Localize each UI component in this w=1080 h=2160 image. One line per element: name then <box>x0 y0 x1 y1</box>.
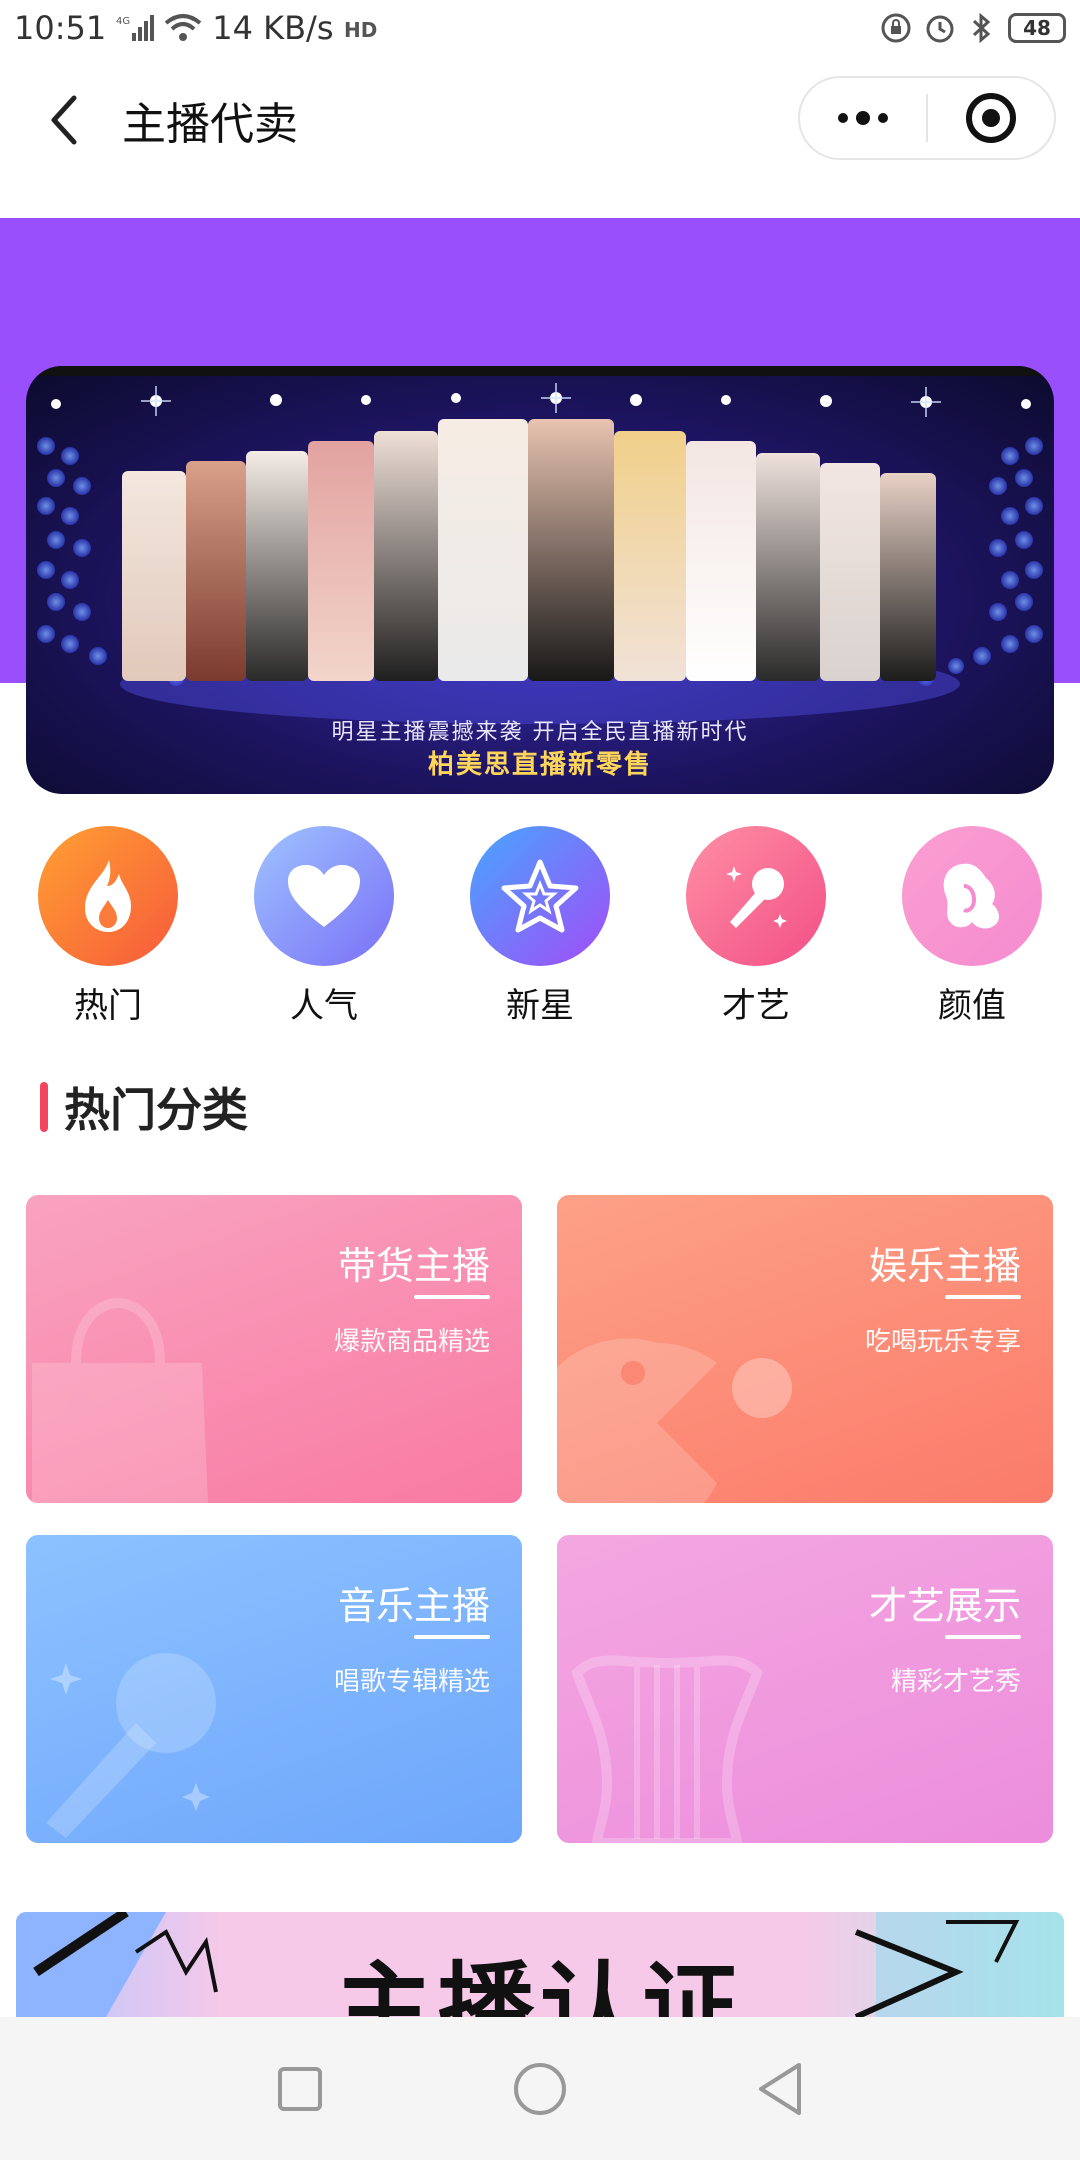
card-title: 音乐主播 <box>337 1584 490 1628</box>
svg-text:HD: HD <box>344 18 377 42</box>
lock-rotation-icon <box>880 12 912 44</box>
status-time: 10:51 <box>14 9 107 47</box>
card-commerce-anchor[interactable]: 带货主播 爆款商品精选 <box>26 1195 522 1503</box>
bluetooth-icon <box>968 12 996 44</box>
section-accent-bar <box>40 1082 48 1132</box>
category-looks[interactable]: 颜值 <box>892 826 1052 1027</box>
portrait <box>686 441 756 681</box>
page-title: 主播代卖 <box>122 99 298 150</box>
banner-subcaption: 柏美思直播新零售 <box>427 750 652 780</box>
category-new-star[interactable]: 新星 <box>460 826 620 1027</box>
portrait <box>186 461 246 681</box>
card-subtitle: 吃喝玩乐专享 <box>864 1327 1021 1357</box>
anchor-certification-banner[interactable]: 主播认证 <box>16 1912 1064 2017</box>
close-button[interactable] <box>928 78 1054 158</box>
alarm-icon <box>924 12 956 44</box>
back-nav-button[interactable] <box>745 2054 815 2124</box>
hd-icon: HD <box>344 13 378 43</box>
svg-text:4G: 4G <box>116 16 130 27</box>
section-header: 热门分类 <box>40 1080 248 1137</box>
system-navigation-bar <box>0 2017 1080 2160</box>
title-bar: 主播代卖 <box>0 56 1080 184</box>
microphone-icon <box>686 826 826 966</box>
card-subtitle: 唱歌专辑精选 <box>333 1667 490 1697</box>
card-title: 带货主播 <box>337 1244 490 1288</box>
promo-banner[interactable]: 明星主播震撼来袭 开启全民直播新时代 柏美思直播新零售 <box>26 366 1054 794</box>
portrait <box>308 441 374 681</box>
wifi-icon <box>164 13 202 43</box>
card-underline <box>414 1635 490 1639</box>
card-title: 娱乐主播 <box>868 1244 1021 1288</box>
section-title: 热门分类 <box>64 1083 248 1137</box>
portrait <box>820 463 880 681</box>
card-subtitle: 精彩才艺秀 <box>890 1667 1021 1697</box>
microphone-icon <box>46 1653 216 1838</box>
home-button[interactable] <box>505 2054 575 2124</box>
card-underline <box>945 1635 1021 1639</box>
more-dots-icon <box>838 111 888 125</box>
banner-caption: 明星主播震撼来袭 开启全民直播新时代 <box>331 720 749 745</box>
category-talent[interactable]: 才艺 <box>676 826 836 1027</box>
status-bar: 10:51 4G 14 KB/s HD 48 <box>0 0 1080 56</box>
card-title: 才艺展示 <box>868 1584 1021 1628</box>
portrait <box>756 453 820 681</box>
face-icon <box>902 826 1042 966</box>
card-subtitle: 爆款商品精选 <box>333 1327 490 1357</box>
back-button[interactable] <box>34 90 94 150</box>
portrait <box>880 473 936 681</box>
mini-program-capsule <box>798 76 1056 160</box>
more-button[interactable] <box>800 78 926 158</box>
anchor-portraits <box>122 419 972 681</box>
recent-apps-button[interactable] <box>265 2054 335 2124</box>
portrait <box>528 419 614 681</box>
category-label: 才艺 <box>722 986 790 1026</box>
heart-icon <box>254 826 394 966</box>
category-label: 热门 <box>74 986 142 1026</box>
portrait <box>122 471 186 681</box>
category-hot[interactable]: 热门 <box>28 826 188 1027</box>
flame-icon <box>38 826 178 966</box>
portrait <box>246 451 308 681</box>
circle-icon <box>514 2062 566 2115</box>
card-music-anchor[interactable]: 音乐主播 唱歌专辑精选 <box>26 1535 522 1843</box>
card-underline <box>414 1295 490 1299</box>
cert-banner-text: 主播认证 <box>336 1951 744 2017</box>
card-entertainment-anchor[interactable]: 娱乐主播 吃喝玩乐专享 <box>557 1195 1053 1503</box>
battery-icon: 48 <box>1008 13 1066 43</box>
triangle-back-icon <box>759 2062 801 2115</box>
category-row: 热门 人气 新星 才艺 颜值 <box>0 826 1080 1026</box>
pacman-icon <box>557 1338 792 1503</box>
category-label: 人气 <box>290 986 358 1026</box>
category-popular[interactable]: 人气 <box>244 826 404 1027</box>
network-speed: 14 KB/s <box>212 9 334 47</box>
harp-icon <box>571 1655 763 1843</box>
category-label: 新星 <box>506 986 574 1026</box>
card-underline <box>945 1295 1021 1299</box>
target-close-icon <box>965 93 1016 143</box>
star-icon <box>470 826 610 966</box>
chevron-left-icon <box>51 95 77 145</box>
card-talent-show[interactable]: 才艺展示 精彩才艺秀 <box>557 1535 1053 1843</box>
shopping-bag-icon <box>32 1297 208 1503</box>
portrait <box>374 431 438 681</box>
signal-icon: 4G <box>116 13 155 43</box>
square-icon <box>278 2066 322 2111</box>
portrait <box>614 431 686 681</box>
category-label: 颜值 <box>938 986 1006 1026</box>
portrait <box>438 419 528 681</box>
